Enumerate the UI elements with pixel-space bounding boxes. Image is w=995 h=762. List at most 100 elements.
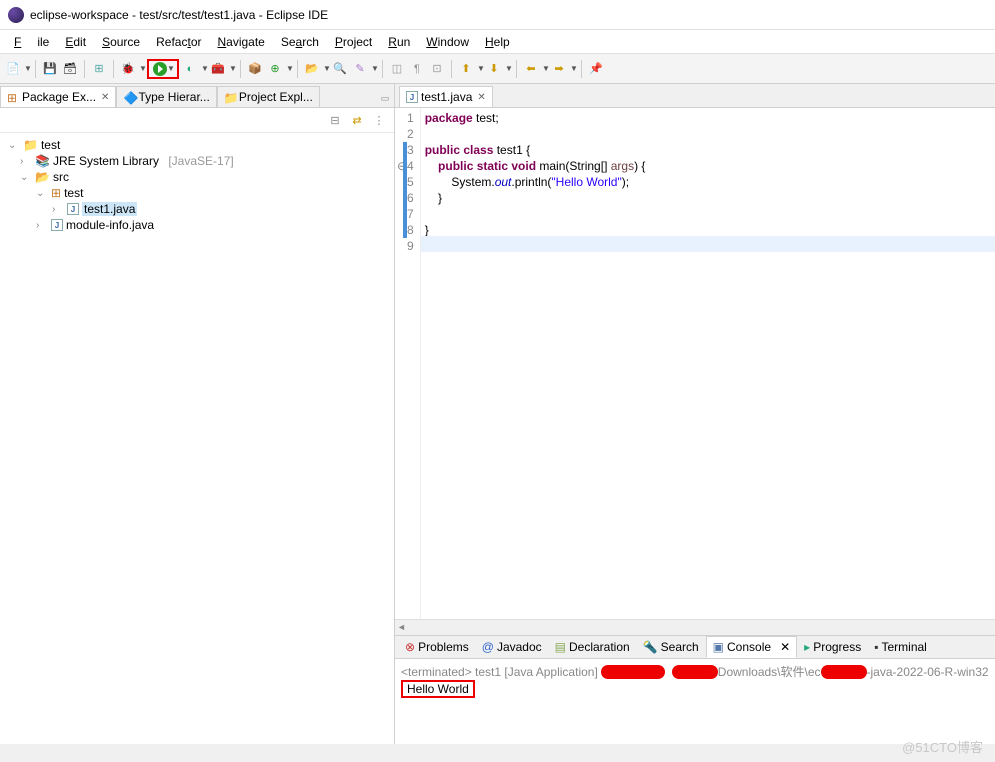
titlebar: eclipse-workspace - test/src/test/test1.…: [0, 0, 995, 30]
tree-jre[interactable]: ›📚JRE System Library [JavaSE-17]: [0, 153, 394, 169]
terminal-icon: ▪: [874, 640, 878, 654]
tree-package[interactable]: ⌄⊞test: [0, 185, 394, 201]
declaration-icon: ▤: [555, 640, 566, 654]
dropdown-icon[interactable]: ▼: [542, 64, 548, 73]
tree-src[interactable]: ⌄📂src: [0, 169, 394, 185]
toggle-mark-icon[interactable]: ◫: [388, 60, 406, 78]
save-all-icon[interactable]: 🗃: [61, 60, 79, 78]
coverage-icon[interactable]: ◐: [181, 60, 199, 78]
close-icon[interactable]: ✕: [101, 92, 109, 103]
tab-type-hierarchy[interactable]: 🔷 Type Hierar...: [116, 86, 216, 107]
dropdown-icon[interactable]: ▼: [570, 64, 576, 73]
project-folder-icon: 📁: [23, 138, 38, 152]
tree: ⌄📁test ›📚JRE System Library [JavaSE-17] …: [0, 133, 394, 744]
menu-run[interactable]: Run: [380, 32, 418, 52]
tab-console[interactable]: ▣Console ✕: [706, 636, 798, 658]
tree-file-test1[interactable]: ›Jtest1.java: [0, 201, 394, 217]
tab-search[interactable]: 🔦Search: [637, 637, 705, 657]
tab-progress[interactable]: ▸Progress: [798, 637, 867, 657]
console-output-line: Hello World: [401, 680, 989, 698]
collapse-all-icon[interactable]: ⊟: [326, 111, 344, 129]
dropdown-icon[interactable]: ▼: [371, 64, 377, 73]
redacted-text: xxxx: [601, 665, 665, 679]
project-icon: 📁: [224, 91, 236, 103]
menu-help[interactable]: Help: [477, 32, 518, 52]
minimize-icon[interactable]: ▭: [376, 89, 394, 107]
toggle-icon[interactable]: ⊞: [90, 60, 108, 78]
tab-problems[interactable]: ⊗Problems: [399, 637, 475, 657]
dropdown-icon[interactable]: ▼: [286, 64, 292, 73]
horizontal-scrollbar[interactable]: [395, 619, 995, 635]
console-view: <terminated> test1 [Java Application] xx…: [395, 659, 995, 744]
src-folder-icon: 📂: [35, 170, 50, 184]
toggle-block-icon[interactable]: ¶: [408, 60, 426, 78]
close-icon[interactable]: ✕: [477, 92, 485, 103]
run-icon[interactable]: [153, 62, 167, 76]
tab-declaration[interactable]: ▤Declaration: [549, 637, 636, 657]
pin-icon[interactable]: 📌: [587, 60, 605, 78]
tab-terminal[interactable]: ▪Terminal: [868, 637, 933, 657]
library-icon: 📚: [35, 154, 50, 168]
menu-project[interactable]: Project: [327, 32, 380, 52]
javadoc-icon: @: [482, 640, 494, 654]
tree-file-moduleinfo[interactable]: ›Jmodule-info.java: [0, 217, 394, 233]
annotation-next-icon[interactable]: ⬇: [485, 60, 503, 78]
tab-package-explorer[interactable]: ⊞ Package Ex... ✕: [0, 86, 116, 107]
line-gutter: 123 ⊖4 56789: [395, 108, 421, 619]
editor-tab-test1[interactable]: J test1.java ✕: [399, 86, 493, 107]
problems-icon: ⊗: [405, 640, 415, 654]
open-type-icon[interactable]: 📂: [303, 60, 321, 78]
dropdown-icon[interactable]: ▼: [477, 64, 483, 73]
code-content[interactable]: package test; public class test1 { publi…: [421, 108, 995, 619]
redacted-text: x: [821, 665, 867, 679]
menu-window[interactable]: Window: [418, 32, 477, 52]
toggle-ws-icon[interactable]: ⊡: [428, 60, 446, 78]
eclipse-logo-icon: [8, 7, 24, 23]
package-node-icon: ⊞: [51, 186, 61, 200]
link-editor-icon[interactable]: ⇄: [348, 111, 366, 129]
debug-icon[interactable]: 🐞: [119, 60, 137, 78]
menu-refactor[interactable]: Refactor: [148, 32, 209, 52]
menu-file[interactable]: File: [6, 32, 57, 52]
menu-search[interactable]: Search: [273, 32, 327, 52]
tab-project-explorer[interactable]: 📁 Project Expl...: [217, 86, 320, 107]
dropdown-icon[interactable]: ▼: [24, 64, 30, 73]
tab-javadoc[interactable]: @Javadoc: [476, 637, 548, 657]
java-file-icon: J: [51, 219, 63, 231]
save-icon[interactable]: 💾: [41, 60, 59, 78]
run-button-highlight: ▼: [147, 59, 179, 79]
new-icon[interactable]: 📄: [4, 60, 22, 78]
package-icon: ⊞: [7, 91, 19, 103]
menu-source[interactable]: Source: [94, 32, 148, 52]
menubar: File Edit Source Refactor Navigate Searc…: [0, 30, 995, 54]
dropdown-icon[interactable]: ▼: [323, 64, 329, 73]
redacted-text: x: [672, 665, 718, 679]
tree-project[interactable]: ⌄📁test: [0, 137, 394, 153]
back-icon[interactable]: ⬅: [522, 60, 540, 78]
java-file-icon: J: [406, 91, 418, 103]
console-icon: ▣: [713, 640, 724, 654]
close-icon[interactable]: ✕: [780, 640, 790, 654]
dropdown-icon[interactable]: ▼: [229, 64, 235, 73]
search-icon[interactable]: 🔍: [331, 60, 349, 78]
menu-edit[interactable]: Edit: [57, 32, 94, 52]
toolbar: 📄▼ 💾 🗃 ⊞ 🐞▼ ▼ ◐▼ 🧰▼ 📦 ⊕▼ 📂▼ 🔍 ✎▼ ◫ ¶ ⊡ ⬆…: [0, 54, 995, 84]
package-explorer-view: ⊞ Package Ex... ✕ 🔷 Type Hierar... 📁 Pro…: [0, 84, 395, 744]
run-last-icon[interactable]: 🧰: [209, 60, 227, 78]
forward-icon[interactable]: ➡: [550, 60, 568, 78]
dropdown-icon[interactable]: ▼: [201, 64, 207, 73]
view-menu-icon[interactable]: ⋮: [370, 111, 388, 129]
task-icon[interactable]: ✎: [351, 60, 369, 78]
new-package-icon[interactable]: 📦: [246, 60, 264, 78]
menu-navigate[interactable]: Navigate: [209, 32, 272, 52]
console-header: <terminated> test1 [Java Application] xx…: [401, 663, 989, 680]
new-class-icon[interactable]: ⊕: [266, 60, 284, 78]
dropdown-icon[interactable]: ▼: [139, 64, 145, 73]
window-title: eclipse-workspace - test/src/test/test1.…: [30, 8, 328, 22]
dropdown-icon[interactable]: ▼: [167, 64, 173, 73]
annotation-prev-icon[interactable]: ⬆: [457, 60, 475, 78]
code-editor[interactable]: 123 ⊖4 56789 package test; public class …: [395, 108, 995, 619]
dropdown-icon[interactable]: ▼: [505, 64, 511, 73]
search-icon: 🔦: [643, 640, 658, 654]
hierarchy-icon: 🔷: [123, 91, 135, 103]
